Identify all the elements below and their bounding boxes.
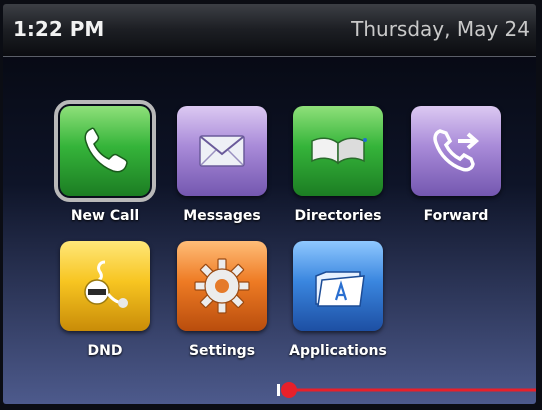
applications-button[interactable]: Applications bbox=[288, 241, 388, 366]
phone-forward-icon bbox=[433, 129, 480, 172]
do-not-disturb-icon bbox=[84, 260, 128, 308]
directories-button[interactable]: Directories bbox=[288, 106, 388, 231]
settings-button[interactable]: Settings bbox=[172, 241, 272, 366]
new-call-tile[interactable] bbox=[54, 100, 156, 202]
page-indicator[interactable] bbox=[273, 380, 536, 404]
new-call-button[interactable]: New Call bbox=[54, 100, 156, 231]
directories-tile[interactable] bbox=[293, 106, 383, 196]
clock-time: 1:22 PM bbox=[13, 17, 105, 41]
envelope-icon bbox=[199, 135, 245, 167]
phone-screen: 1:22 PM Thursday, May 24 New Call Messag… bbox=[3, 4, 536, 404]
forward-label: Forward bbox=[423, 208, 489, 224]
gear-icon bbox=[194, 258, 250, 314]
date-display: Thursday, May 24 bbox=[351, 17, 530, 41]
forward-tile[interactable] bbox=[411, 106, 501, 196]
applications-folder-icon bbox=[315, 271, 365, 307]
dnd-tile[interactable] bbox=[60, 241, 150, 331]
applications-tile[interactable] bbox=[293, 241, 383, 331]
page-indicator-start-mark bbox=[277, 384, 280, 396]
phone-handset-icon bbox=[84, 127, 128, 173]
settings-tile[interactable] bbox=[177, 241, 267, 331]
forward-button[interactable]: Forward bbox=[406, 106, 506, 231]
directories-label: Directories bbox=[294, 208, 382, 224]
status-bar: 1:22 PM Thursday, May 24 bbox=[3, 4, 536, 57]
dnd-label: DND bbox=[87, 343, 123, 359]
messages-label: Messages bbox=[183, 208, 261, 224]
applications-label: Applications bbox=[289, 343, 387, 359]
messages-button[interactable]: Messages bbox=[172, 106, 272, 231]
page-indicator-dot[interactable] bbox=[281, 382, 297, 398]
messages-tile[interactable] bbox=[177, 106, 267, 196]
settings-label: Settings bbox=[188, 343, 256, 359]
dnd-button[interactable]: DND bbox=[55, 241, 155, 366]
new-call-label: New Call bbox=[70, 208, 140, 224]
open-book-icon bbox=[311, 137, 367, 165]
